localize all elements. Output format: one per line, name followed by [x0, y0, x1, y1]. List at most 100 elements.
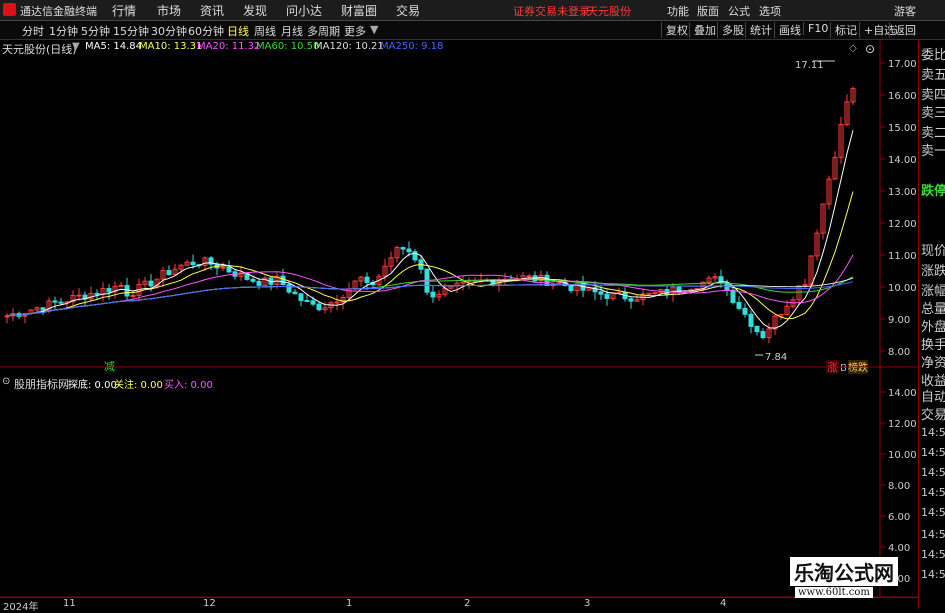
side-panel-item: 总量	[921, 302, 945, 317]
btn-multi-stock[interactable]: 多股	[717, 22, 744, 38]
candle-body[interactable]	[526, 275, 532, 278]
indicator-toggle-icon[interactable]: ⊙	[2, 376, 10, 387]
candle-body[interactable]	[568, 285, 574, 292]
ma-line	[6, 130, 854, 329]
candle-body[interactable]	[556, 282, 562, 285]
candle-body[interactable]	[748, 313, 754, 327]
ma10-label: MA10: 13.31	[139, 41, 203, 52]
candle-body[interactable]	[280, 275, 286, 286]
candle-body[interactable]	[472, 280, 478, 283]
candle-body[interactable]	[298, 293, 304, 302]
menu-trade[interactable]: 交易	[396, 2, 420, 19]
time-axis-label: 1	[346, 598, 353, 609]
period-daily[interactable]: 日线	[227, 23, 249, 39]
menu-function[interactable]: 功能	[667, 3, 689, 19]
candle-body[interactable]	[256, 280, 262, 286]
btn-draw[interactable]: 画线	[774, 22, 801, 38]
low-label: 7.84	[765, 352, 787, 363]
candle-body[interactable]	[730, 289, 736, 304]
candle-body[interactable]	[736, 302, 742, 309]
candle-body[interactable]	[118, 285, 124, 288]
user-guest[interactable]: 游客	[894, 3, 916, 19]
menu-quotes[interactable]: 行情	[112, 2, 136, 19]
candle-body[interactable]	[646, 292, 652, 295]
candle-body[interactable]	[286, 284, 292, 293]
menu-options[interactable]: 选项	[759, 3, 781, 19]
period-more[interactable]: 更多	[344, 23, 366, 39]
candle-body[interactable]	[130, 294, 136, 297]
btn-stats[interactable]: 统计	[745, 22, 772, 38]
watermark-title: 乐淘公式网	[790, 557, 898, 586]
candle-body[interactable]	[58, 301, 64, 304]
btn-mark[interactable]: 标记	[830, 22, 857, 38]
side-panel-item: 14:56	[921, 486, 945, 499]
period-15min[interactable]: 15分钟	[113, 23, 149, 39]
candle-body[interactable]	[292, 291, 298, 295]
btn-adjust[interactable]: 复权	[661, 22, 688, 38]
candle-body[interactable]	[430, 291, 436, 298]
candle-body[interactable]	[652, 292, 658, 295]
candle-body[interactable]	[148, 280, 154, 287]
candle-body[interactable]	[250, 278, 256, 282]
time-axis-label: 3	[584, 598, 591, 609]
candle-body[interactable]	[220, 266, 226, 269]
btn-overlay[interactable]: 叠加	[689, 22, 716, 38]
indicator-name[interactable]: 股朋指标网	[14, 376, 69, 392]
current-stock: 天元股份	[587, 5, 631, 18]
candle-body[interactable]	[94, 292, 100, 295]
more-arrow-icon[interactable]: ▼	[370, 23, 378, 36]
btn-f10[interactable]: F10	[803, 22, 828, 35]
candle-body[interactable]	[400, 247, 406, 250]
candle-body[interactable]	[406, 248, 412, 253]
menu-formula[interactable]: 公式	[728, 3, 750, 19]
candle-body[interactable]	[304, 300, 310, 303]
candle-body[interactable]	[190, 261, 196, 266]
quote-side-panel: 委比卖五卖四卖三卖二卖一跌停现价涨跌涨幅总量外盘换手净资收益自动交易14:561…	[918, 40, 945, 609]
menu-layout[interactable]: 版面	[697, 3, 719, 19]
candle-body[interactable]	[604, 293, 610, 299]
period-monthly[interactable]: 月线	[281, 23, 303, 39]
candle-body[interactable]	[754, 325, 760, 333]
menu-news[interactable]: 资讯	[200, 2, 224, 19]
stock-label[interactable]: 天元股份(日线)	[2, 41, 77, 57]
period-30min[interactable]: 30分钟	[151, 23, 187, 39]
candle-body[interactable]	[106, 288, 112, 293]
candle-body[interactable]	[628, 298, 634, 302]
btn-back[interactable]: 返回	[889, 22, 916, 38]
candle-body[interactable]	[310, 300, 316, 305]
candle-body[interactable]	[52, 300, 58, 303]
badge-flag[interactable]: B	[840, 363, 847, 374]
candle-body[interactable]	[166, 270, 172, 275]
period-5min[interactable]: 5分钟	[81, 23, 110, 39]
candle-body[interactable]	[316, 303, 322, 311]
side-panel-item: 14:56	[921, 446, 945, 459]
candle-body[interactable]	[76, 294, 82, 297]
menu-wealth[interactable]: 财富圈	[341, 2, 377, 19]
kline-chart[interactable]: 17.00 16.00 15.00 14.00 13.00 12.00 11.00 10.00…	[0, 40, 918, 597]
side-panel-item: 14:56	[921, 528, 945, 541]
price-tick-label: 15.00	[888, 123, 917, 134]
candle-body[interactable]	[40, 307, 46, 311]
period-1min[interactable]: 1分钟	[49, 23, 78, 39]
candle-body[interactable]	[742, 307, 748, 315]
time-axis-label: 11	[63, 598, 76, 609]
candle-body[interactable]	[598, 291, 604, 295]
candle-body[interactable]	[124, 285, 130, 297]
candle-body[interactable]	[226, 266, 232, 273]
login-status[interactable]: 证券交易未登录	[513, 3, 590, 19]
period-toolbar: 分时 1分钟 5分钟 15分钟 30分钟 60分钟 日线 周线 月线 多周期 更…	[0, 21, 945, 40]
period-multi[interactable]: 多周期	[307, 23, 340, 39]
candle-body[interactable]	[334, 301, 340, 304]
candle-body[interactable]	[760, 331, 766, 339]
period-60min[interactable]: 60分钟	[188, 23, 224, 39]
period-timeshare[interactable]: 分时	[22, 23, 44, 39]
candle-body[interactable]	[466, 280, 472, 283]
ma20-label: MA20: 11.32	[197, 41, 261, 52]
side-panel-item: 跌停	[921, 184, 945, 199]
menu-ask[interactable]: 问小达	[286, 2, 322, 19]
menu-discover[interactable]: 发现	[243, 2, 267, 19]
candle-body[interactable]	[364, 276, 370, 283]
period-weekly[interactable]: 周线	[254, 23, 276, 39]
menu-market[interactable]: 市场	[157, 2, 181, 19]
legend-toggle-icon[interactable]: ▼	[72, 41, 80, 52]
